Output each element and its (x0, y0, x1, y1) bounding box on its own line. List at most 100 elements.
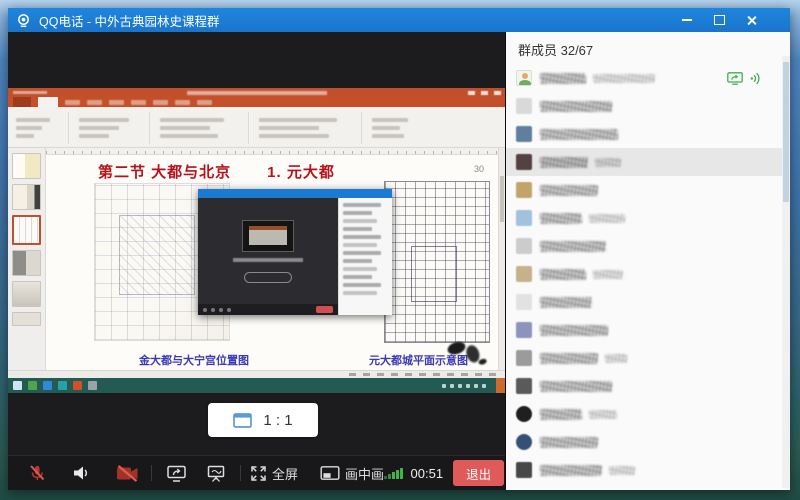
taskbar-app-icon (88, 381, 97, 390)
member-avatar (516, 154, 532, 170)
member-avatar (516, 378, 532, 394)
member-row[interactable] (506, 260, 790, 288)
member-avatar (516, 322, 532, 338)
slide-thumbnail (12, 153, 41, 179)
ppt-ribbon (8, 107, 505, 148)
ppt-scrollbar (498, 148, 505, 370)
taskbar-app-icon (58, 381, 67, 390)
window-title: QQ电话 - 中外古典园林史课程群 (39, 11, 220, 30)
member-name-redacted (540, 353, 634, 364)
shared-taskbar (8, 378, 505, 393)
member-row[interactable] (506, 120, 790, 148)
fullscreen-button[interactable]: 全屏 (250, 464, 298, 483)
exit-button[interactable]: 退出 (453, 460, 504, 486)
members-panel: 群成员 32/67 (505, 32, 790, 490)
member-row[interactable] (506, 176, 790, 204)
ppt-ribbon-tabs (8, 97, 505, 107)
member-row[interactable] (506, 344, 790, 372)
member-avatar (516, 238, 532, 254)
taskbar-app-icon (28, 381, 37, 390)
member-avatar (516, 350, 532, 366)
member-row[interactable] (506, 288, 790, 316)
member-share-icon (727, 72, 743, 85)
member-name-redacted (540, 297, 599, 308)
slide-title: 第二节 大都与北京 1. 元大都 (98, 161, 335, 182)
ppt-titlebar (8, 88, 505, 97)
slide-thumbnail (12, 281, 41, 307)
pip-button[interactable]: 画中画 (320, 464, 384, 483)
toolbar-divider (240, 465, 241, 481)
members-header: 群成员 32/67 (506, 32, 790, 63)
webcam-icon (16, 13, 31, 28)
member-row[interactable] (506, 204, 790, 232)
fullscreen-label: 全屏 (272, 464, 298, 483)
nested-toolbar (198, 304, 338, 315)
member-name-redacted (540, 73, 662, 84)
member-row[interactable] (506, 428, 790, 456)
qq-call-window: QQ电话 - 中外古典园林史课程群 (8, 8, 790, 490)
ppt-slide-canvas: 第二节 大都与北京 1. 元大都 30 金大都与大宁宫位置图 元大都城平面示意图 (46, 148, 498, 370)
mic-muted-icon (27, 463, 47, 483)
ppt-ruler (46, 148, 498, 155)
window-ratio-icon (233, 413, 252, 428)
mic-button[interactable] (22, 460, 52, 486)
speaker-button[interactable] (66, 460, 96, 486)
member-name-redacted (540, 157, 628, 168)
close-icon (746, 15, 757, 26)
member-row[interactable] (506, 400, 790, 428)
taskbar-app-icon (73, 381, 82, 390)
member-row[interactable] (506, 148, 790, 176)
taskbar-app-icon (43, 381, 52, 390)
member-name-redacted (540, 129, 625, 140)
call-duration: 00:51 (411, 466, 444, 481)
nested-call-window (198, 189, 392, 315)
member-row[interactable] (506, 456, 790, 484)
member-row[interactable] (506, 64, 790, 92)
whiteboard-button[interactable] (201, 460, 231, 486)
nested-video-stage (198, 198, 338, 315)
screen-share-view: 第二节 大都与北京 1. 元大都 30 金大都与大宁宫位置图 元大都城平面示意图 (8, 88, 505, 392)
member-row[interactable] (506, 92, 790, 120)
ppt-window-controls (468, 91, 501, 95)
member-avatar (516, 294, 532, 310)
ppt-filename-blur (187, 91, 327, 95)
member-name-redacted (540, 269, 630, 280)
member-row[interactable] (506, 232, 790, 260)
nested-button (244, 272, 292, 283)
member-avatar (516, 266, 532, 282)
minimize-button[interactable] (674, 11, 700, 29)
ppt-slide-thumbnails (8, 148, 46, 370)
members-scrollbar-thumb[interactable] (783, 62, 789, 202)
member-avatar (516, 70, 532, 86)
member-avatar (516, 434, 532, 450)
member-avatar (516, 98, 532, 114)
screen-share-icon (166, 464, 187, 483)
desktop: QQ电话 - 中外古典园林史课程群 (0, 0, 800, 500)
map-image-right (384, 181, 490, 343)
video-stage: 第二节 大都与北京 1. 元大都 30 金大都与大宁宫位置图 元大都城平面示意图 (8, 32, 505, 490)
whiteboard-icon (206, 464, 226, 483)
member-row[interactable] (506, 316, 790, 344)
nested-titlebar (198, 189, 392, 198)
ratio-button[interactable]: 1 : 1 (208, 403, 318, 437)
member-name-redacted (540, 185, 605, 196)
member-avatar (516, 126, 532, 142)
slide-page-number: 30 (474, 164, 484, 174)
member-name-redacted (540, 381, 619, 392)
member-name-redacted (540, 325, 615, 336)
maximize-button[interactable] (706, 11, 732, 29)
member-status-icons (727, 72, 762, 85)
member-name-redacted (540, 241, 613, 252)
pip-icon (320, 465, 340, 481)
minimize-icon (682, 19, 692, 21)
member-avatar (516, 210, 532, 226)
fullscreen-icon (250, 465, 267, 482)
maximize-icon (714, 15, 725, 25)
slide-thumbnail (12, 312, 41, 326)
ratio-label: 1 : 1 (263, 412, 292, 429)
screen-share-button[interactable] (161, 460, 191, 486)
close-button[interactable] (738, 11, 764, 29)
member-row[interactable] (506, 372, 790, 400)
titlebar[interactable]: QQ电话 - 中外古典园林史课程群 (8, 8, 790, 32)
camera-button[interactable] (112, 460, 142, 486)
